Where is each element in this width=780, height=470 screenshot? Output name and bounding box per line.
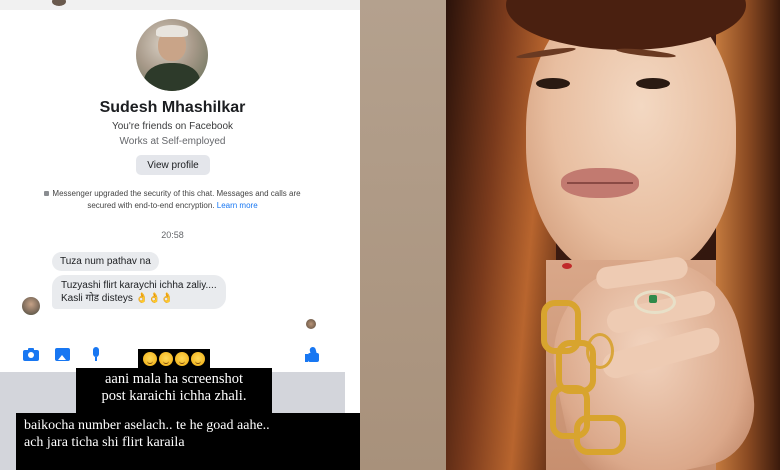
encryption-notice: Messenger upgraded the security of this …: [30, 188, 315, 212]
message-text: Tuza num pathav na: [60, 256, 151, 267]
emerald-ring: [634, 290, 676, 314]
mic-icon[interactable]: [88, 346, 104, 362]
background-panel: [360, 0, 446, 470]
portrait-photo: [446, 0, 780, 470]
avatar-body: [144, 63, 200, 91]
grinning-face-icon: [159, 352, 173, 366]
grinning-face-icon: [143, 352, 157, 366]
friend-status: You're friends on Facebook: [111, 121, 234, 132]
emoji-row: [138, 349, 210, 369]
caption-line: post karaichi ichha zhali.: [101, 388, 247, 404]
message-timestamp: 20:58: [161, 230, 184, 240]
message-bubble[interactable]: Tuzyashi flirt karaychi ichha zaliy.... …: [52, 275, 226, 309]
like-icon[interactable]: [305, 346, 321, 362]
lock-icon: [44, 191, 50, 197]
avatar-hair: [156, 25, 188, 37]
encryption-text: Messenger upgraded the security of this …: [52, 189, 301, 210]
message-text: Kasli गोड disteys 👌👌👌: [61, 293, 174, 304]
messenger-screenshot: Sudesh Mhashilkar You're friends on Face…: [0, 0, 360, 470]
eye: [636, 78, 670, 89]
learn-more-link[interactable]: Learn more: [217, 201, 258, 210]
seen-indicator-avatar: [306, 319, 316, 329]
view-profile-button[interactable]: View profile: [136, 155, 210, 175]
eye: [536, 78, 570, 89]
rolling-laughing-face-icon: [175, 352, 189, 366]
red-nail: [562, 263, 572, 269]
message-text: Tuzyashi flirt karaychi ichha zaliy....: [61, 280, 217, 291]
story-avatar-dot: [52, 0, 66, 6]
status-strip: [0, 0, 360, 10]
lips: [561, 168, 639, 198]
rolling-laughing-face-icon: [191, 352, 205, 366]
photo-icon[interactable]: [55, 346, 71, 362]
caption-line: ach jara ticha shi flirt karaila: [24, 435, 185, 450]
message-bubble[interactable]: Tuza num pathav na: [52, 252, 159, 271]
gold-chain-link: [574, 415, 626, 455]
story-caption-2: baikocha number aselach.. te he goad aah…: [16, 413, 361, 470]
work-info: Works at Self-employed: [119, 136, 226, 147]
profile-avatar[interactable]: [136, 19, 208, 91]
caption-line: aani mala ha screenshot: [104, 371, 244, 387]
contact-name: Sudesh Mhashilkar: [99, 99, 246, 116]
story-collage: Sudesh Mhashilkar You're friends on Face…: [0, 0, 780, 470]
sender-avatar[interactable]: [22, 297, 40, 315]
caption-line: baikocha number aselach.. te he goad aah…: [24, 418, 270, 433]
camera-icon[interactable]: [23, 346, 39, 362]
